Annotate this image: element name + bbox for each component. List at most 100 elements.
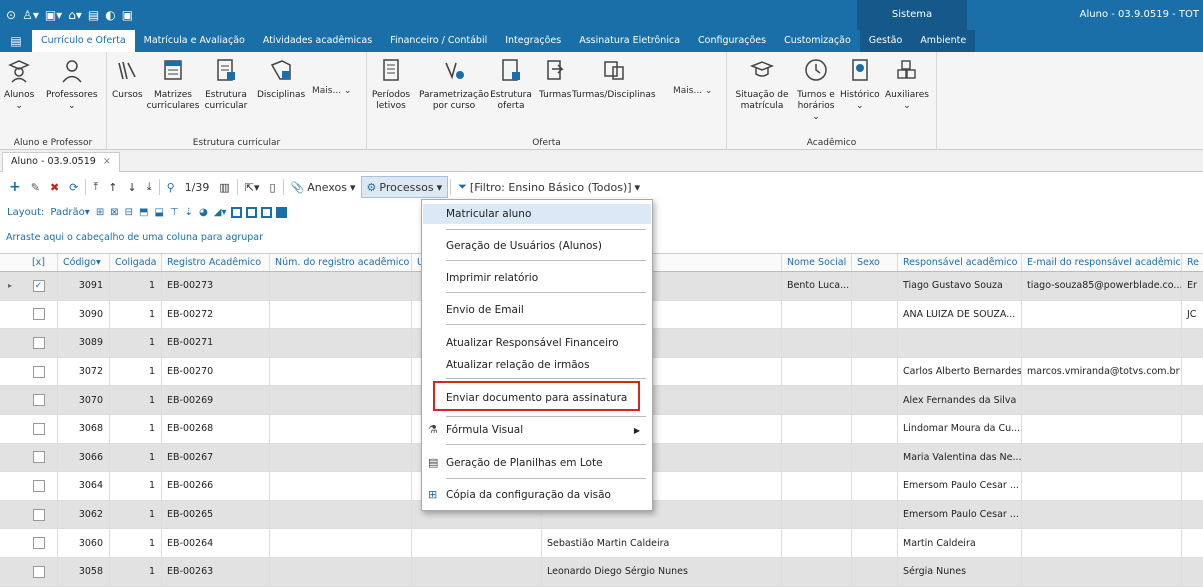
estrutura-oferta-button[interactable]: Estrutura oferta — [490, 56, 532, 112]
row-checkbox[interactable] — [32, 394, 45, 407]
export-icon[interactable]: ⇱▾ — [240, 181, 265, 194]
menu-geracao-usuarios[interactable]: Geração de Usuários (Alunos) — [446, 236, 646, 256]
color-icon[interactable]: ◕ — [196, 207, 211, 218]
estrutura-mais-button[interactable]: Mais... ⌄ — [312, 86, 351, 96]
menu-customizacao[interactable]: Customização — [775, 30, 860, 52]
menu-atividades-academicas[interactable]: Atividades acadêmicas — [254, 30, 381, 52]
header-coligada[interactable]: Coligada — [110, 254, 162, 271]
cursos-button[interactable]: Cursos — [112, 56, 143, 101]
row-checkbox[interactable] — [32, 365, 45, 378]
oferta-mais-button[interactable]: Mais... ⌄ — [673, 86, 712, 96]
menu-envio-email[interactable]: Envio de Email — [446, 300, 646, 320]
sort-icon[interactable]: ⇣ — [182, 207, 196, 218]
turnos-horarios-button[interactable]: Turnos e horários ⌄ — [795, 56, 837, 123]
row-checkbox[interactable] — [32, 451, 45, 464]
refresh-icon[interactable]: ⟳ — [64, 181, 83, 194]
view-mode-4-icon[interactable] — [276, 206, 288, 218]
menu-configuracoes[interactable]: Configurações — [689, 30, 775, 52]
menu-assinatura-eletronica[interactable]: Assinatura Eletrônica — [570, 30, 689, 52]
professores-button[interactable]: Professores ⌄ — [46, 56, 98, 112]
row-checkbox[interactable] — [32, 479, 45, 492]
row-checkbox[interactable] — [32, 565, 45, 578]
report-icon[interactable]: ▯ — [265, 181, 281, 194]
view-mode-2-icon[interactable] — [246, 206, 258, 218]
menu-geracao-planilhas[interactable]: ▤ Geração de Planilhas em Lote — [428, 453, 646, 473]
teacher-icon — [58, 56, 86, 84]
table-row[interactable]: 3058 1 EB-00263 Leonardo Diego Sérgio Nunes… — [0, 558, 1203, 587]
menu-integracoes[interactable]: Integrações — [496, 30, 570, 52]
menu-financeiro-contabil[interactable]: Financeiro / Contábil — [381, 30, 496, 52]
menu-curriculo-oferta[interactable]: Currículo e Oferta — [32, 30, 135, 52]
row-checkbox[interactable] — [32, 537, 45, 550]
cell-extra — [1182, 472, 1203, 500]
help-icon[interactable]: ◐ — [105, 8, 115, 22]
menu-gestao[interactable]: Gestão — [859, 30, 912, 52]
expand-icon[interactable]: ⊞ — [93, 207, 107, 218]
header-num-registro[interactable]: Núm. do registro acadêmico — [270, 254, 412, 271]
menu-app-icon[interactable]: ▤ — [0, 30, 32, 52]
matrizes-curriculares-button[interactable]: Matrizes curriculares — [147, 56, 199, 112]
window-icon[interactable]: ▣ — [122, 8, 133, 22]
historico-button[interactable]: Histórico ⌄ — [840, 56, 880, 112]
header-select[interactable]: [x] — [20, 254, 58, 271]
move-down-icon[interactable]: ⬓ — [151, 207, 166, 218]
next-record-icon[interactable]: ↓ — [122, 181, 141, 194]
first-record-icon[interactable]: ⤒ — [88, 180, 103, 194]
columns-icon[interactable]: ▥ — [214, 181, 234, 194]
auxiliares-button[interactable]: Auxiliares ⌄ — [885, 56, 929, 112]
header-responsavel[interactable]: Responsável acadêmico — [898, 254, 1022, 271]
header-codigo[interactable]: Código ▾ — [58, 254, 110, 271]
menu-atualizar-responsavel[interactable]: Atualizar Responsável Financeiro — [446, 333, 646, 353]
turmas-disciplinas-button[interactable]: Turmas/Disciplinas — [572, 56, 656, 101]
header-registro[interactable]: Registro Acadêmico — [162, 254, 270, 271]
header-nome-social[interactable]: Nome Social — [782, 254, 852, 271]
header-re[interactable]: Re — [1182, 254, 1203, 271]
menu-atualizar-irmaos[interactable]: Atualizar relação de irmãos — [446, 355, 646, 375]
edit-icon[interactable]: ✎ — [26, 181, 45, 194]
row-checkbox[interactable]: ✓ — [32, 279, 45, 292]
processos-button[interactable]: ⚙ Processos ▾ — [360, 176, 449, 198]
search-icon[interactable]: ⚲ — [162, 181, 180, 194]
turmas-button[interactable]: Turmas — [539, 56, 571, 101]
chart-icon[interactable]: ◢▾ — [211, 207, 230, 218]
delete-icon[interactable]: ✖ — [45, 181, 64, 194]
view-mode-1-icon[interactable] — [231, 206, 243, 218]
disciplinas-button[interactable]: Disciplinas — [257, 56, 305, 101]
menu-copia-configuracao[interactable]: ⊞ Cópia da configuração da visão — [428, 485, 646, 505]
move-up-icon[interactable]: ⬒ — [136, 207, 151, 218]
pin-icon[interactable]: ⊤ — [167, 207, 182, 218]
row-checkbox[interactable] — [32, 336, 45, 349]
menu-formula-visual[interactable]: ⚗ Fórmula Visual ▶ — [428, 420, 646, 440]
table-row[interactable]: 3060 1 EB-00264 Sebastião Martin Caldeira Ma… — [0, 529, 1203, 558]
menu-matricula-avaliacao[interactable]: Matrícula e Avaliação — [135, 30, 254, 52]
row-checkbox[interactable] — [32, 422, 45, 435]
header-email[interactable]: E-mail do responsável acadêmico — [1022, 254, 1182, 271]
row-checkbox[interactable] — [32, 308, 45, 321]
save-icon[interactable]: ▤ — [88, 8, 99, 22]
periodos-letivos-button[interactable]: Períodos letivos — [371, 56, 411, 112]
menu-imprimir-relatorio[interactable]: Imprimir relatório — [446, 268, 646, 288]
close-tab-icon[interactable]: × — [103, 156, 111, 167]
layout-padrao-dropdown[interactable]: Padrão▾ — [47, 207, 92, 218]
parametrizacao-curso-button[interactable]: Parametrização por curso — [419, 56, 489, 112]
document-tab-aluno[interactable]: Aluno - 03.9.0519 × — [2, 152, 120, 172]
menu-ambiente[interactable]: Ambiente — [911, 30, 976, 52]
view-icon[interactable]: ▣▾ — [45, 8, 62, 22]
situacao-matricula-button[interactable]: Situação de matrícula — [735, 56, 789, 112]
home-icon[interactable]: ⌂▾ — [68, 8, 82, 22]
alunos-button[interactable]: Alunos ⌄ — [4, 56, 34, 112]
collapse-icon[interactable]: ⊠ — [107, 207, 121, 218]
previous-record-icon[interactable]: ↑ — [103, 181, 122, 194]
estrutura-curricular-button[interactable]: Estrutura curricular — [203, 56, 249, 112]
header-sexo[interactable]: Sexo — [852, 254, 898, 271]
last-record-icon[interactable]: ⤓ — [142, 180, 157, 194]
group-icon[interactable]: ⊟ — [122, 207, 136, 218]
view-mode-3-icon[interactable] — [261, 206, 273, 218]
user-context-icon[interactable]: ♙▾ — [22, 8, 39, 22]
row-checkbox[interactable] — [32, 508, 45, 521]
add-icon[interactable]: + — [4, 179, 26, 195]
filter-button[interactable]: ⏷ [Filtro: Ensino Básico (Todos)] ▾ — [453, 180, 645, 194]
app-logo-icon[interactable]: ⊙ — [6, 8, 16, 22]
anexos-button[interactable]: 📎 Anexos ▾ — [286, 181, 361, 194]
menu-matricular-aluno[interactable]: Matricular aluno — [423, 204, 651, 224]
